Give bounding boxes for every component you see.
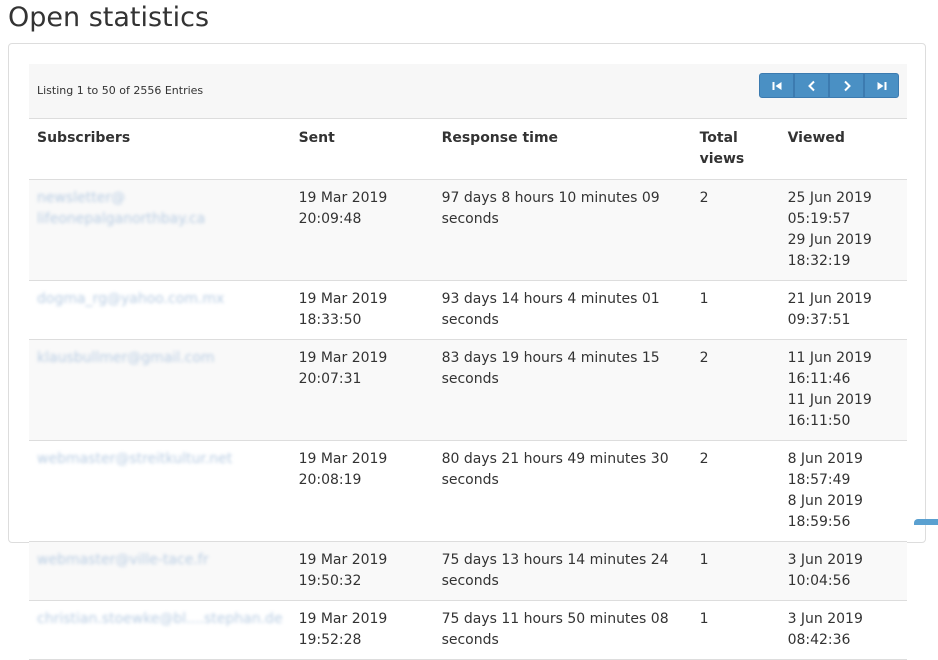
sent-time: 20:09:48 <box>299 209 426 230</box>
table-row: webmaster@ville-tace.fr 19 Mar 2019 19:5… <box>29 542 907 601</box>
subscriber-email[interactable]: webmaster@streitkultur.net <box>37 449 283 470</box>
table-toolbar: Listing 1 to 50 of 2556 Entries <box>29 64 907 118</box>
viewed-timestamp: 8 Jun 2019 18:57:49 <box>788 449 899 491</box>
viewed-timestamp: 3 Jun 2019 08:42:36 <box>788 609 899 651</box>
sent-time: 19:52:28 <box>299 630 426 651</box>
total-views-cell: 1 <box>692 281 780 340</box>
subscriber-cell: newsletter@ lifeonepalganorthbay.ca <box>29 180 291 281</box>
sent-time: 19:50:32 <box>299 571 426 592</box>
previous-page-icon <box>806 80 818 92</box>
header-total-views[interactable]: Total views <box>692 119 780 180</box>
sent-time: 20:07:31 <box>299 369 426 390</box>
open-statistics-table: Subscribers Sent Response time Total vie… <box>29 118 907 660</box>
viewed-timestamp: 11 Jun 2019 16:11:50 <box>788 390 899 432</box>
sent-cell: 19 Mar 2019 18:33:50 <box>291 281 434 340</box>
viewed-cell: 11 Jun 2019 16:11:46 11 Jun 2019 16:11:5… <box>780 340 907 441</box>
subscriber-cell: webmaster@streitkultur.net <box>29 441 291 542</box>
listing-info: Listing 1 to 50 of 2556 Entries <box>37 84 203 97</box>
viewed-cell: 3 Jun 2019 10:04:56 <box>780 542 907 601</box>
header-sent[interactable]: Sent <box>291 119 434 180</box>
total-views-cell: 2 <box>692 441 780 542</box>
first-page-button[interactable] <box>759 73 794 98</box>
statistics-panel: Listing 1 to 50 of 2556 Entries Subscrib… <box>8 43 926 543</box>
last-page-button[interactable] <box>864 73 899 98</box>
table-row: christian.stoewke@bl....stephan.de 19 Ma… <box>29 601 907 660</box>
total-views-cell: 1 <box>692 601 780 660</box>
response-time-cell: 83 days 19 hours 4 minutes 15 seconds <box>434 340 692 441</box>
response-time-cell: 80 days 21 hours 49 minutes 30 seconds <box>434 441 692 542</box>
header-viewed[interactable]: Viewed <box>780 119 907 180</box>
sent-cell: 19 Mar 2019 20:09:48 <box>291 180 434 281</box>
table-row: newsletter@ lifeonepalganorthbay.ca 19 M… <box>29 180 907 281</box>
viewed-timestamp: 11 Jun 2019 16:11:46 <box>788 348 899 390</box>
sent-date: 19 Mar 2019 <box>299 348 426 369</box>
viewed-timestamp: 3 Jun 2019 10:04:56 <box>788 550 899 592</box>
response-time-cell: 97 days 8 hours 10 minutes 09 seconds <box>434 180 692 281</box>
subscriber-cell: christian.stoewke@bl....stephan.de <box>29 601 291 660</box>
sent-cell: 19 Mar 2019 20:07:31 <box>291 340 434 441</box>
pagination <box>759 73 899 98</box>
subscriber-email[interactable]: dogma_rg@yahoo.com.mx <box>37 289 283 310</box>
table-row: klausbullmer@gmail.com 19 Mar 2019 20:07… <box>29 340 907 441</box>
viewed-cell: 8 Jun 2019 18:57:49 8 Jun 2019 18:59:56 <box>780 441 907 542</box>
viewed-timestamp: 29 Jun 2019 18:32:19 <box>788 230 899 272</box>
scroll-to-top-tab[interactable] <box>914 519 938 525</box>
table-row: dogma_rg@yahoo.com.mx 19 Mar 2019 18:33:… <box>29 281 907 340</box>
sent-date: 19 Mar 2019 <box>299 449 426 470</box>
sent-cell: 19 Mar 2019 20:08:19 <box>291 441 434 542</box>
response-time-cell: 75 days 13 hours 14 minutes 24 seconds <box>434 542 692 601</box>
sent-time: 18:33:50 <box>299 310 426 331</box>
response-time-cell: 75 days 11 hours 50 minutes 08 seconds <box>434 601 692 660</box>
viewed-cell: 21 Jun 2019 09:37:51 <box>780 281 907 340</box>
response-time-cell: 93 days 14 hours 4 minutes 01 seconds <box>434 281 692 340</box>
subscriber-email-cont[interactable]: lifeonepalganorthbay.ca <box>37 209 283 230</box>
viewed-timestamp: 8 Jun 2019 18:59:56 <box>788 491 899 533</box>
page-title: Open statistics <box>8 0 209 36</box>
total-views-cell: 2 <box>692 340 780 441</box>
header-response-time[interactable]: Response time <box>434 119 692 180</box>
subscriber-email[interactable]: webmaster@ville-tace.fr <box>37 550 283 571</box>
viewed-timestamp: 25 Jun 2019 05:19:57 <box>788 188 899 230</box>
subscriber-email[interactable]: christian.stoewke@bl....stephan.de <box>37 609 283 630</box>
table-header-row: Subscribers Sent Response time Total vie… <box>29 119 907 180</box>
subscriber-email[interactable]: klausbullmer@gmail.com <box>37 348 283 369</box>
viewed-timestamp: 21 Jun 2019 09:37:51 <box>788 289 899 331</box>
subscriber-email[interactable]: newsletter@ <box>37 188 283 209</box>
subscriber-cell: klausbullmer@gmail.com <box>29 340 291 441</box>
subscriber-cell: webmaster@ville-tace.fr <box>29 542 291 601</box>
viewed-cell: 3 Jun 2019 08:42:36 <box>780 601 907 660</box>
total-views-cell: 1 <box>692 542 780 601</box>
last-page-icon <box>876 80 888 92</box>
sent-date: 19 Mar 2019 <box>299 550 426 571</box>
sent-date: 19 Mar 2019 <box>299 289 426 310</box>
first-page-icon <box>771 80 783 92</box>
sent-date: 19 Mar 2019 <box>299 609 426 630</box>
sent-time: 20:08:19 <box>299 470 426 491</box>
next-page-icon <box>841 80 853 92</box>
viewed-cell: 25 Jun 2019 05:19:57 29 Jun 2019 18:32:1… <box>780 180 907 281</box>
sent-date: 19 Mar 2019 <box>299 188 426 209</box>
sent-cell: 19 Mar 2019 19:52:28 <box>291 601 434 660</box>
table-row: webmaster@streitkultur.net 19 Mar 2019 2… <box>29 441 907 542</box>
previous-page-button[interactable] <box>794 73 829 98</box>
subscriber-cell: dogma_rg@yahoo.com.mx <box>29 281 291 340</box>
header-subscribers[interactable]: Subscribers <box>29 119 291 180</box>
total-views-cell: 2 <box>692 180 780 281</box>
next-page-button[interactable] <box>829 73 864 98</box>
sent-cell: 19 Mar 2019 19:50:32 <box>291 542 434 601</box>
